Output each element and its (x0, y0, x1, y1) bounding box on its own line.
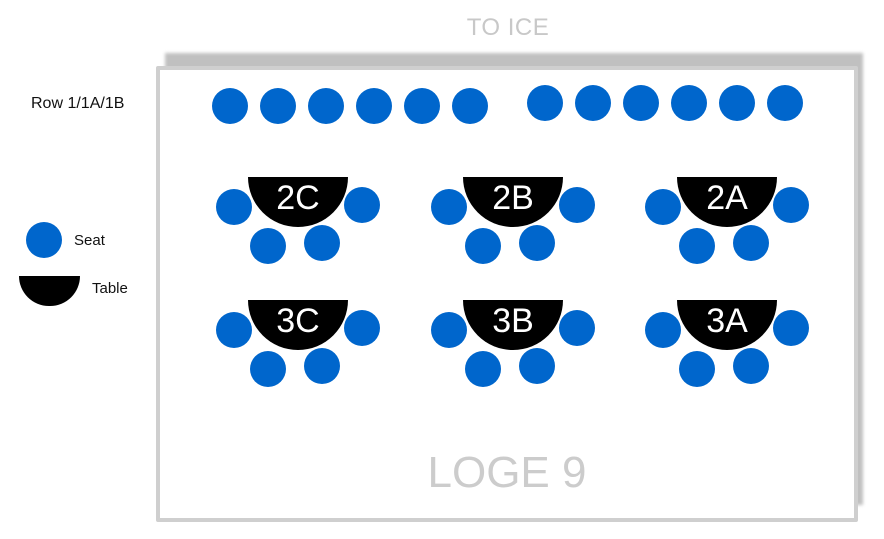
table-seat[interactable] (519, 225, 555, 261)
row-seat[interactable] (212, 88, 248, 124)
table-seat[interactable] (679, 351, 715, 387)
table-seat[interactable] (733, 225, 769, 261)
table-seat[interactable] (216, 189, 252, 225)
table-seat[interactable] (344, 310, 380, 346)
table-seat[interactable] (431, 312, 467, 348)
table-seat[interactable] (304, 225, 340, 261)
legend-seat-label: Seat (74, 232, 105, 249)
row-seat[interactable] (623, 85, 659, 121)
table-seat[interactable] (679, 228, 715, 264)
table-seat[interactable] (344, 187, 380, 223)
row-seat[interactable] (404, 88, 440, 124)
table-seat[interactable] (559, 310, 595, 346)
legend-seat-icon (26, 222, 62, 258)
loge-name: LOGE 9 (427, 448, 587, 497)
table-seat[interactable] (431, 189, 467, 225)
table-seat[interactable] (559, 187, 595, 223)
table-seat[interactable] (250, 351, 286, 387)
table-seat[interactable] (465, 351, 501, 387)
to-ice-label: TO ICE (466, 14, 550, 41)
table-seat[interactable] (465, 228, 501, 264)
row-label: Row 1/1A/1B (31, 95, 125, 112)
row-seat[interactable] (719, 85, 755, 121)
table-seat[interactable] (733, 348, 769, 384)
row-seat[interactable] (767, 85, 803, 121)
table-seat[interactable] (773, 310, 809, 346)
row-seat[interactable] (356, 88, 392, 124)
row-seat[interactable] (671, 85, 707, 121)
row-seat[interactable] (308, 88, 344, 124)
table-seat[interactable] (645, 189, 681, 225)
legend-table-icon (19, 276, 80, 306)
table-seat[interactable] (250, 228, 286, 264)
row-seat[interactable] (452, 88, 488, 124)
row-seat[interactable] (260, 88, 296, 124)
row-seat[interactable] (575, 85, 611, 121)
table-seat[interactable] (304, 348, 340, 384)
legend-table-label: Table (92, 280, 128, 297)
table-seat[interactable] (773, 187, 809, 223)
table-seat[interactable] (645, 312, 681, 348)
table-seat[interactable] (519, 348, 555, 384)
row-seat[interactable] (527, 85, 563, 121)
table-seat[interactable] (216, 312, 252, 348)
